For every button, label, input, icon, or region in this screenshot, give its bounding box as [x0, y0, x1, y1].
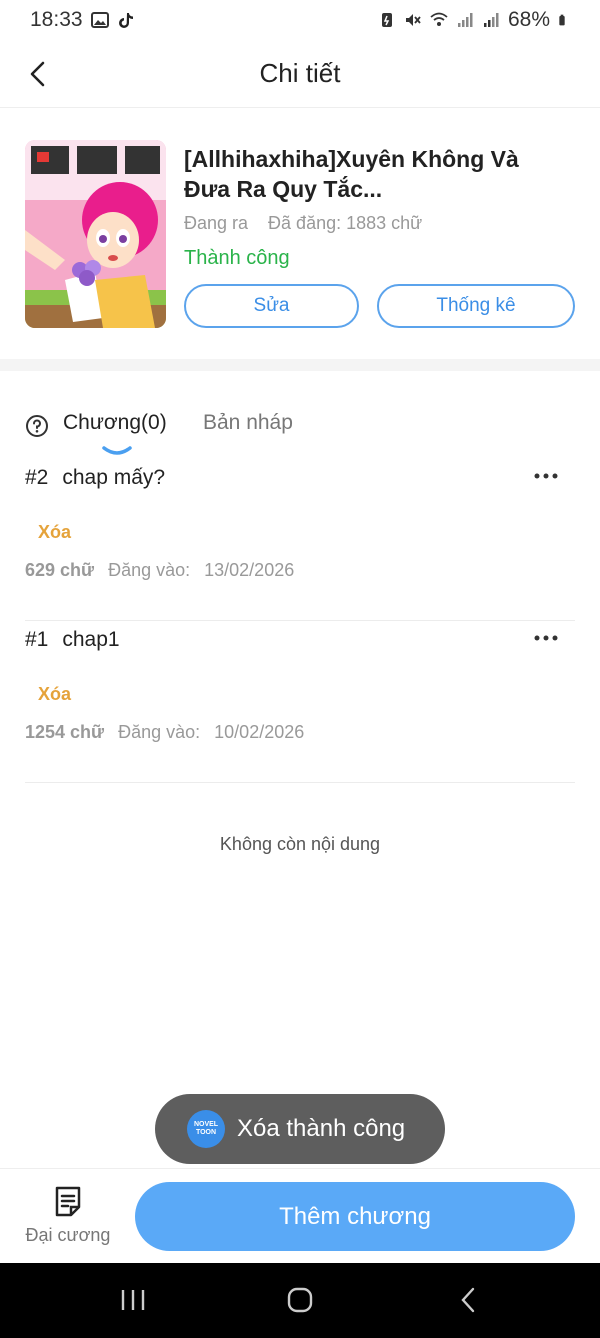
- chapter-status: Xóa: [38, 684, 72, 704]
- book-info: [Allhihaxhiha]Xuyên Không Và Đưa Ra Quy …: [25, 140, 575, 330]
- page-title: Chi tiết: [259, 58, 341, 88]
- chapter-title: chap1: [62, 628, 120, 651]
- status-time: 18:33: [30, 8, 83, 31]
- more-horizontal-icon: [534, 635, 558, 641]
- battery-saver-icon: [381, 13, 392, 27]
- signal-icon-2: [483, 13, 499, 27]
- edit-button[interactable]: Sửa: [184, 284, 359, 328]
- more-options-button[interactable]: [531, 461, 561, 491]
- bottom-bar: Đại cương Thêm chương: [0, 1168, 600, 1263]
- signal-icon: [457, 13, 473, 27]
- chapter-date: 13/02/2026: [204, 560, 295, 580]
- tab-drafts[interactable]: Bản nháp: [203, 411, 293, 435]
- chapter-words: 629 chữ: [25, 560, 95, 580]
- book-status: Thành công: [184, 247, 290, 269]
- recent-apps-icon: [121, 1290, 145, 1310]
- app-header: Chi tiết: [0, 40, 600, 108]
- list-end-text: Không còn nội dung: [219, 834, 381, 854]
- add-chapter-button[interactable]: Thêm chương: [135, 1182, 575, 1251]
- chapter-number: #2: [25, 466, 49, 489]
- system-back-button[interactable]: [448, 1285, 488, 1315]
- help-icon[interactable]: [25, 414, 49, 438]
- battery-percent: 68%: [507, 8, 550, 31]
- battery-icon: [559, 14, 565, 26]
- book-word-count: Đã đăng: 1883 chữ: [268, 213, 423, 233]
- chapter-date: 10/02/2026: [214, 722, 305, 742]
- home-icon: [287, 1287, 313, 1313]
- chapter-item[interactable]: #2 chap mấy? Xóa 629 chữ Đăng vào: 13/02/…: [25, 459, 575, 621]
- mute-icon: [405, 14, 421, 26]
- book-meta: Đang ra Đã đăng: 1883 chữ: [184, 213, 422, 234]
- back-icon: [461, 1287, 475, 1313]
- toast: NOVEL TOON Xóa thành công: [155, 1094, 445, 1164]
- chapter-meta: 629 chữ Đăng vào: 13/02/2026: [25, 560, 294, 581]
- outline-label: Đại cương: [25, 1225, 111, 1245]
- toast-message: Xóa thành công: [237, 1115, 406, 1142]
- chapter-item[interactable]: #1 chap1 Xóa 1254 chữ Đăng vào: 10/02/202…: [25, 621, 575, 783]
- book-cover[interactable]: [25, 140, 166, 328]
- chapter-status: Xóa: [38, 522, 72, 542]
- outline-button[interactable]: Đại cương: [20, 1185, 116, 1255]
- chapter-number: #1: [25, 628, 49, 651]
- chapter-meta: 1254 chữ Đăng vào: 10/02/2026: [25, 722, 304, 743]
- tab-chapters[interactable]: Chương(0): [63, 411, 167, 435]
- more-horizontal-icon: [534, 473, 558, 479]
- section-divider: [0, 359, 600, 371]
- book-title: [Allhihaxhiha]Xuyên Không Và Đưa Ra Quy …: [184, 146, 519, 202]
- wifi-icon: [430, 12, 448, 26]
- system-nav-bar: [0, 1263, 600, 1338]
- chapter-tabs: Chương(0) Bản nháp: [25, 408, 575, 458]
- chapter-posted-label: Đăng vào:: [108, 560, 191, 580]
- gallery-icon: [90, 12, 109, 28]
- chapter-posted-label: Đăng vào:: [118, 722, 201, 742]
- chapter-title: chap mấy?: [62, 466, 166, 489]
- chapter-words: 1254 chữ: [25, 722, 105, 742]
- home-button[interactable]: [280, 1285, 320, 1315]
- status-bar: 18:33 68%: [0, 0, 600, 40]
- document-icon: [55, 1186, 81, 1217]
- active-tab-indicator: [102, 446, 132, 455]
- stats-button[interactable]: Thống kê: [377, 284, 575, 328]
- more-options-button[interactable]: [531, 623, 561, 653]
- noveltoon-logo-icon: NOVEL TOON: [187, 1110, 225, 1148]
- book-state: Đang ra: [184, 213, 249, 233]
- tiktok-icon: [118, 13, 133, 28]
- recent-apps-button[interactable]: [113, 1285, 153, 1315]
